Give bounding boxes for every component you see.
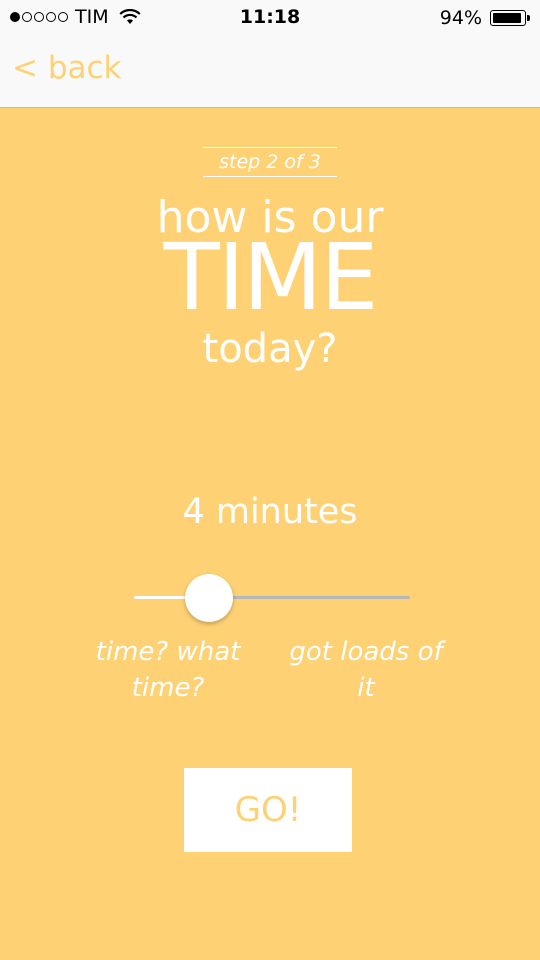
battery-fill: [493, 13, 522, 23]
app-screen: TIM 11:18 94% < back step 2 of 3 how is …: [0, 0, 540, 960]
question-line-3: today?: [202, 326, 338, 372]
question-time-word: TIME: [163, 224, 379, 331]
step-indicator: step 2 of 3: [203, 147, 337, 177]
back-button[interactable]: < back: [12, 50, 122, 86]
battery-icon: [490, 10, 526, 26]
battery-indicator: 94%: [440, 7, 530, 29]
slider-value-label: 4 minutes: [182, 492, 358, 532]
go-button[interactable]: GO!: [184, 768, 352, 852]
time-slider[interactable]: [134, 574, 410, 622]
battery-tip: [527, 15, 530, 21]
battery-percent: 94%: [439, 7, 482, 29]
slider-min-label: time? what time?: [95, 637, 241, 703]
slider-thumb[interactable]: [184, 574, 233, 622]
status-bar: TIM 11:18 94%: [0, 0, 540, 36]
slider-max-label: got loads of it: [289, 637, 443, 703]
navigation-bar: < back: [0, 36, 540, 108]
